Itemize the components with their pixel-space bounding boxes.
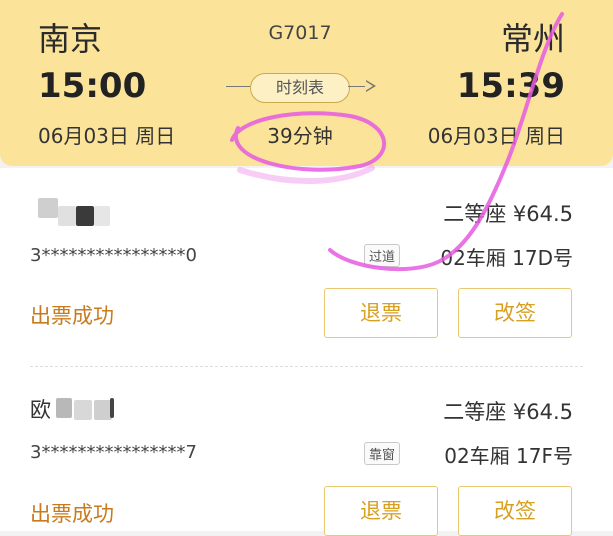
departure-date: 06月03日 周日 [38, 124, 176, 148]
change-ticket-button[interactable]: 改签 [458, 288, 572, 338]
change-ticket-button[interactable]: 改签 [458, 486, 572, 536]
id-number: 3****************7 [30, 442, 197, 463]
ticket-list: 二等座 ¥64.5 3****************0 过道 02车厢 17D… [0, 168, 613, 536]
refund-button[interactable]: 退票 [324, 288, 438, 338]
trip-duration: 39分钟 [267, 124, 333, 148]
refund-button[interactable]: 退票 [324, 486, 438, 536]
passenger-name-redacted [30, 198, 130, 226]
id-number: 3****************0 [30, 245, 197, 266]
departure-time: 15:00 [38, 66, 147, 106]
departure-city: 南京 [38, 20, 103, 58]
arrow-right-icon [365, 80, 376, 92]
seat-position-tag: 过道 [364, 244, 401, 267]
seat-class-price: 二等座 ¥64.5 [443, 400, 573, 424]
arrow-line-left [226, 86, 250, 87]
trip-header: 南京 G7017 常州 15:00 时刻表 15:39 06月03日 周日 39… [0, 0, 613, 166]
seat-class-price: 二等座 ¥64.5 [443, 202, 573, 226]
coach-seat: 02车厢 17D号 [440, 246, 573, 270]
train-number: G7017 [268, 22, 332, 44]
seat-position-tag: 靠窗 [364, 442, 401, 465]
schedule-button[interactable]: 时刻表 [250, 73, 350, 103]
coach-seat: 02车厢 17F号 [444, 444, 573, 468]
arrival-city: 常州 [500, 20, 565, 58]
passenger-name-redacted: 欧 [30, 394, 140, 422]
passenger-name-prefix: 欧 [30, 398, 51, 422]
ticket-status: 出票成功 [30, 304, 114, 328]
arrival-time: 15:39 [456, 66, 565, 106]
ticket-status: 出票成功 [30, 502, 114, 526]
arrival-date: 06月03日 周日 [427, 124, 565, 148]
divider [30, 366, 583, 367]
